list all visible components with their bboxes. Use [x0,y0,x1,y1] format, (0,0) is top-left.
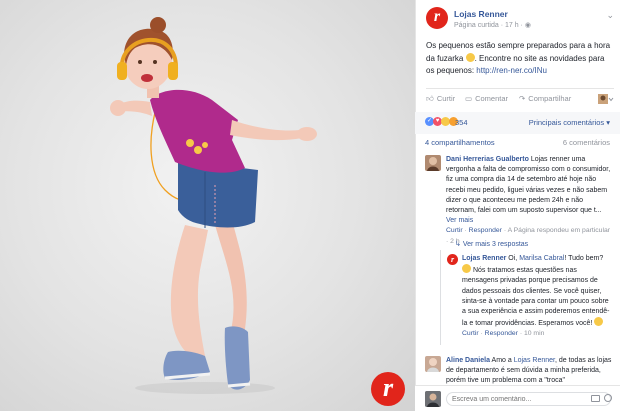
page-reply-text-a: Oi, [506,255,520,262]
commenter-avatar[interactable] [425,155,441,171]
share-label: Compartilhar [528,94,572,103]
globe-icon: ◉ [524,22,531,29]
post-link[interactable]: http://ren-ner.co/INu [476,66,547,75]
share-button[interactable]: ↷ Compartilhar [519,94,571,103]
reaction-count[interactable]: 354 [455,118,468,127]
page-reply-text-c: Nós tratamos estas questões nas mensagen… [462,267,610,328]
comment: Dani Herrerias Gualberto Lojas renner um… [425,155,615,245]
like-label: Curtir [436,94,456,103]
post-viewer: r r Lojas Renner Página curtida · 17 h ·… [0,0,620,411]
page-reply-reply-link[interactable]: Responder [485,330,518,337]
page-reply-time: · 10 min [517,330,545,338]
user-avatar-icon [425,391,441,407]
emoji-icon[interactable] [604,394,612,402]
page-reply-footer: Curtir · Responder · 10 min [462,330,545,338]
post-meta-text: Página curtida · 17 h · [454,22,525,29]
current-user-avatar [425,391,441,407]
commenter-name[interactable]: Aline Daniela [446,357,490,364]
page-reply-body: Lojas Renner Oi, Marilsa Cabral! Tudo be… [462,254,612,340]
page-avatar[interactable]: r [426,7,448,29]
camera-icon[interactable] [591,395,600,402]
page-reply-like-link[interactable]: Curtir [462,330,479,337]
like-button[interactable]: 👍︎ Curtir [426,94,455,104]
chevron-down-icon[interactable]: ⌄ [606,10,614,21]
renner-watermark-logo: r [371,372,405,406]
reactions-bar: ✓ ♥ 354 Principais comentários ▾ [415,112,620,134]
comment-composer [415,385,620,411]
smile-emoji-icon [462,264,471,274]
thread-line [440,250,441,345]
thumbs-up-icon: 👍︎ [426,94,434,103]
commenter-name[interactable]: Dani Herrerias Gualberto [446,156,529,163]
comment-reply-link[interactable]: Responder [469,227,502,234]
actor-selector[interactable] [598,94,614,104]
reply-arrow-icon: ↳ [455,241,463,248]
commenter-avatar[interactable] [425,356,441,372]
girl-illustration [110,17,317,394]
post-actions: 👍︎ Curtir ▭ Comentar ↷ Compartilhar [426,94,614,108]
comment-text-a: Amo a [489,357,514,364]
page-reply-text-b: ! Tudo bem? [564,255,604,262]
comment-button[interactable]: ▭ Comentar [465,94,508,103]
smile-emoji-icon [594,317,604,327]
comment-like-link[interactable]: Curtir [446,227,463,234]
smile-emoji-icon [465,52,475,62]
actor-avatar-icon [598,94,614,104]
divider [426,88,614,89]
page-reply: r Lojas Renner Oi, Marilsa Cabral! Tudo … [447,254,617,346]
comment-body: Aline Daniela Amo a Lojas Renner, de tod… [446,356,612,384]
comment-input[interactable] [446,392,611,406]
more-replies-label: Ver mais 3 respostas [462,241,529,248]
post-meta: Página curtida · 17 h · ◉ [454,21,531,29]
page-name-link[interactable]: Lojas Renner [454,9,508,19]
comment-sort-dropdown[interactable]: Principais comentários ▾ [529,118,610,127]
view-more-replies[interactable]: ↳ Ver mais 3 respostas [455,240,528,248]
mention-link[interactable]: Marilsa Cabral [519,255,564,262]
comment-body: Dani Herrerias Gualberto Lojas renner um… [446,155,612,247]
see-more-link[interactable]: Ver mais [446,217,473,224]
shares-link[interactable]: 4 compartilhamentos [425,138,495,147]
comment: Aline Daniela Amo a Lojas Renner, de tod… [425,356,615,384]
share-icon: ↷ [519,94,526,103]
page-reply-name[interactable]: Lojas Renner [462,255,506,262]
comment-label: Comentar [475,94,509,103]
post-header: r Lojas Renner Página curtida · 17 h · ◉… [426,7,616,33]
comment-icon: ▭ [465,94,473,103]
mention-link[interactable]: Lojas Renner [514,357,555,364]
comment-text: Lojas renner uma vergonha a falta de com… [446,156,611,215]
post-photo[interactable]: r [0,0,415,411]
page-reply-avatar[interactable]: r [447,254,458,265]
post-text: Os pequenos estão sempre preparados para… [426,40,614,78]
comments-count[interactable]: 6 comentários [563,138,610,147]
